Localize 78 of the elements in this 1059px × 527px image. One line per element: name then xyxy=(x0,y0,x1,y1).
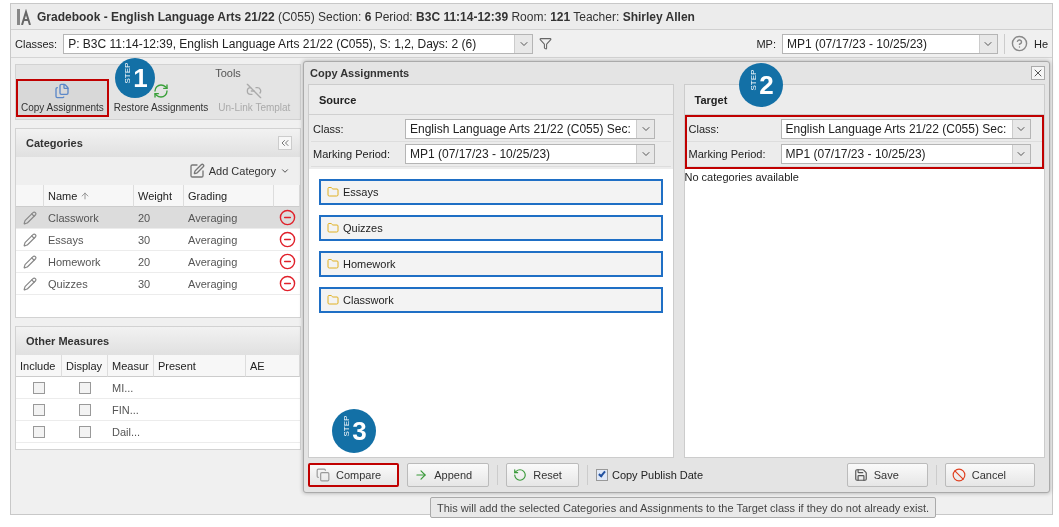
copy-icon[interactable] xyxy=(54,83,71,99)
help-icon[interactable] xyxy=(1010,35,1028,52)
arrow-icon xyxy=(414,468,429,482)
field-label: Class: xyxy=(313,123,345,135)
table-cell: 20 xyxy=(134,207,184,229)
mp-dropdown[interactable]: MP1 (07/17/23 - 10/25/23) xyxy=(781,33,998,54)
help-link[interactable]: He xyxy=(1033,37,1048,50)
table-cell: Classwork xyxy=(44,207,134,229)
pencil-icon[interactable] xyxy=(23,232,37,247)
column-header[interactable]: Measur xyxy=(108,355,154,377)
save-icon xyxy=(853,468,868,482)
cancel-icon xyxy=(951,468,966,482)
refresh-icon[interactable] xyxy=(153,83,170,99)
add-category-button[interactable]: Add Category xyxy=(188,163,276,179)
checkbox[interactable] xyxy=(595,469,608,481)
action-button[interactable]: Compare xyxy=(308,463,400,487)
folder-icon xyxy=(327,294,339,306)
field-label: Marking Period: xyxy=(313,148,392,160)
tooltip: This will add the selected Categories and Assignments to the Target class if they do not already exist. xyxy=(430,497,936,518)
checkbox[interactable] xyxy=(33,425,45,438)
category-item[interactable]: Homework xyxy=(319,251,663,277)
tool-button[interactable]: Restore Assignments xyxy=(113,102,209,113)
reset-icon xyxy=(513,468,528,482)
panel-title: Categories xyxy=(26,137,83,149)
checkbox[interactable] xyxy=(33,403,45,416)
checkbox[interactable] xyxy=(33,381,45,394)
checkbox[interactable] xyxy=(79,425,91,438)
column-header[interactable]: Grading xyxy=(184,185,274,207)
close-button[interactable] xyxy=(1031,66,1045,80)
pane-title: Target xyxy=(694,93,728,106)
dropdown-field[interactable]: English Language Arts 21/22 (C055) Sec: xyxy=(405,119,655,139)
tools-title: Tools xyxy=(215,66,241,79)
field-label: Class: xyxy=(688,123,721,135)
column-header[interactable]: Weight xyxy=(134,185,184,207)
category-item[interactable]: Essays xyxy=(319,179,663,205)
dropdown-field[interactable]: MP1 (07/17/23 - 10/25/23) xyxy=(405,144,655,164)
action-button[interactable]: Append xyxy=(407,463,490,487)
category-item[interactable]: Quizzes xyxy=(319,215,663,241)
caret-icon[interactable] xyxy=(280,166,290,176)
column-header[interactable]: Present xyxy=(154,355,246,377)
action-button[interactable]: Reset xyxy=(506,463,579,487)
folder-icon xyxy=(327,186,339,198)
action-button[interactable]: Cancel xyxy=(944,463,1035,487)
checkbox[interactable] xyxy=(79,403,91,416)
table-cell: Averaging xyxy=(184,207,274,229)
folder-icon xyxy=(327,222,339,234)
folder-icon xyxy=(327,258,339,270)
classes-label: Classes: xyxy=(15,37,58,50)
panel-title: Other Measures xyxy=(26,335,110,347)
checkbox[interactable] xyxy=(79,381,91,394)
collapse-icon xyxy=(279,137,291,149)
category-item[interactable]: Classwork xyxy=(319,287,663,313)
gradebook-icon xyxy=(17,8,31,25)
dropdown-field[interactable]: English Language Arts 21/22 (C055) Sec: xyxy=(780,119,1031,139)
tool-button[interactable]: Copy Assignments xyxy=(21,102,104,113)
window-title: Gradebook - English Language Arts 21/22 (C055) Section: 6 Period: B3C 11:14-12:39 Room: 121 Teacher: Shirley Allen xyxy=(37,9,695,24)
field-label: Marking Period: xyxy=(688,148,767,160)
pencil-icon[interactable] xyxy=(23,254,37,269)
column-header[interactable]: Display xyxy=(62,355,108,377)
column-header[interactable]: Include xyxy=(16,355,62,377)
collapse-button[interactable] xyxy=(278,136,292,150)
column-header[interactable]: AE xyxy=(246,355,300,377)
dialog-title: Copy Assignments xyxy=(310,67,410,79)
copy-icon xyxy=(316,468,330,482)
close-icon xyxy=(1032,67,1044,79)
pencil-icon[interactable] xyxy=(23,210,37,225)
column-header[interactable]: Name xyxy=(44,185,134,207)
action-button[interactable]: Save xyxy=(846,463,928,487)
pencil-icon[interactable] xyxy=(23,276,37,291)
checkbox-label[interactable]: Copy Publish Date xyxy=(611,469,704,481)
filter-icon[interactable] xyxy=(539,37,553,50)
classes-dropdown[interactable]: P: B3C 11:14-12:39, English Language Arts 21/22 (C055), S: 1,2, Days: 2 (6) xyxy=(63,33,534,54)
dropdown-field[interactable]: MP1 (07/17/23 - 10/25/23) xyxy=(780,144,1031,164)
empty-message: No categories available xyxy=(684,170,800,183)
pane-title: Source xyxy=(319,93,357,106)
mp-label: MP: xyxy=(756,37,776,50)
sort-up-icon xyxy=(80,190,91,201)
edit-icon xyxy=(188,163,205,179)
